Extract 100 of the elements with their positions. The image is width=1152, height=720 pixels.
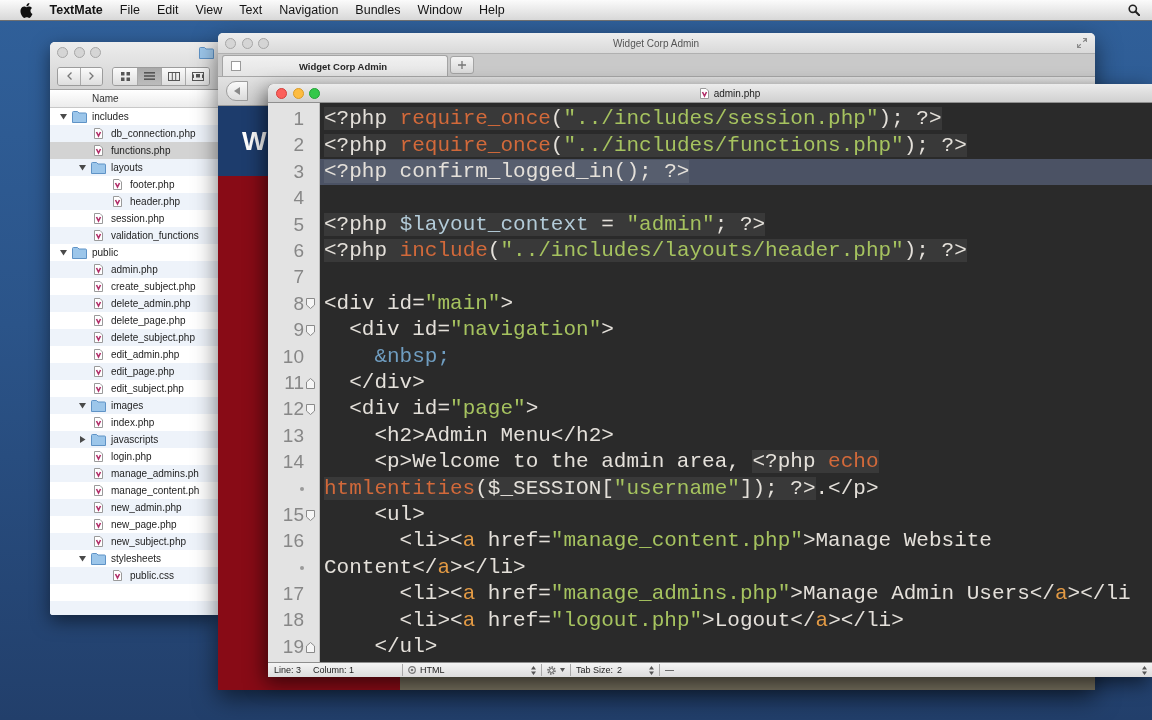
- line-number: 17: [282, 582, 304, 607]
- disclosure-triangle-icon[interactable]: [59, 249, 67, 256]
- chevron-right-icon: [89, 72, 94, 80]
- fold-marker-icon[interactable]: [306, 641, 315, 653]
- disclosure-triangle-icon[interactable]: [59, 113, 67, 120]
- cover-flow-icon: [191, 71, 204, 81]
- apple-icon[interactable]: [20, 2, 33, 18]
- fold-marker-icon[interactable]: [306, 324, 315, 336]
- line-number: 11: [284, 370, 304, 395]
- menu-item[interactable]: Text: [230, 0, 271, 20]
- caret-down-icon: [560, 668, 565, 672]
- wrap-marker-icon: [300, 565, 304, 570]
- menu-item[interactable]: View: [186, 0, 231, 20]
- fold-marker-icon[interactable]: [306, 509, 315, 521]
- line-number: 12: [282, 397, 304, 422]
- file-icon: [93, 332, 103, 343]
- file-icon: [93, 213, 103, 224]
- search-icon[interactable]: [1128, 4, 1140, 16]
- code-line: </ul>: [373, 635, 438, 659]
- menu-item[interactable]: Bundles: [346, 0, 410, 20]
- file-icon: [93, 502, 103, 513]
- disclosure-triangle-icon[interactable]: [78, 555, 86, 562]
- file-icon: [93, 349, 103, 360]
- menu-item[interactable]: Help: [470, 0, 514, 20]
- fold-marker-icon[interactable]: [306, 404, 315, 415]
- code-line: <h2>Admin Menu</h2>: [373, 423, 614, 448]
- window-title: Widget Corp Admin: [612, 37, 700, 49]
- disclosure-triangle-icon[interactable]: [78, 164, 86, 171]
- file-icon: [93, 451, 103, 462]
- symbol-popup[interactable]: —: [660, 663, 1152, 677]
- minimize-button[interactable]: [292, 87, 304, 99]
- zoom-button[interactable]: [90, 47, 101, 58]
- menu-item[interactable]: File: [111, 0, 149, 20]
- line-number: 9: [293, 318, 304, 343]
- line-number: 3: [293, 159, 304, 184]
- code-line: <div id="main">: [324, 291, 514, 316]
- file-icon: [93, 281, 103, 292]
- code-line: &nbsp;: [373, 344, 451, 369]
- minimize-button[interactable]: [73, 47, 85, 58]
- view-mode-button[interactable]: [161, 67, 185, 85]
- expand-arrows-icon[interactable]: [1077, 38, 1087, 48]
- line-number: 8: [293, 291, 304, 316]
- close-button[interactable]: [57, 47, 68, 58]
- line-number: 13: [282, 423, 304, 448]
- triangle-left-icon: [234, 87, 240, 95]
- fold-marker-icon[interactable]: [306, 377, 315, 389]
- zoom-button[interactable]: [309, 87, 320, 99]
- browser-tab[interactable]: Widget Corp Admin: [222, 55, 448, 76]
- tree-row[interactable]: functions.php: [50, 142, 218, 159]
- file-icon: [93, 519, 103, 530]
- code-line: htmlentities($_SESSION["username"]); ?>.</p>: [324, 476, 879, 501]
- minimize-button[interactable]: [241, 37, 253, 49]
- page-icon: [231, 61, 241, 71]
- line-indicator: Line: 3: [274, 665, 302, 675]
- folder-icon: [90, 552, 106, 565]
- view-mode-button[interactable]: [185, 67, 209, 85]
- code-line: </div>: [348, 371, 425, 396]
- line-number: 7: [293, 265, 304, 290]
- menu-item[interactable]: Window: [409, 0, 471, 20]
- file-icon: [93, 128, 103, 139]
- back-button[interactable]: [58, 67, 80, 85]
- menu-item[interactable]: Navigation: [270, 0, 347, 20]
- new-tab-button[interactable]: [450, 56, 474, 74]
- disclosure-triangle-icon[interactable]: [78, 402, 86, 409]
- tab-size-popup[interactable]: Tab Size: 2: [571, 663, 659, 677]
- columns-icon: [167, 71, 180, 81]
- close-button[interactable]: [276, 87, 287, 99]
- grid-icon: [120, 71, 130, 81]
- close-button[interactable]: [225, 37, 236, 49]
- code-line: <div id="navigation">: [348, 318, 614, 343]
- list-icon: [144, 72, 155, 80]
- file-icon: [93, 417, 103, 428]
- column-header[interactable]: Name: [50, 90, 218, 108]
- line-number: 16: [282, 529, 304, 554]
- code-line: <?php require_once("../includes/functions.php"); ?>: [324, 133, 967, 158]
- file-icon: [112, 196, 122, 207]
- file-icon: [112, 179, 122, 190]
- line-number: 4: [293, 186, 304, 211]
- language-popup[interactable]: HTML: [403, 663, 541, 677]
- disclosure-triangle-icon[interactable]: [78, 436, 86, 443]
- code-line: <p>Welcome to the admin area, <?php echo: [373, 450, 879, 475]
- line-number: 15: [282, 502, 304, 527]
- view-mode-button[interactable]: [137, 67, 161, 85]
- file-icon: [93, 230, 103, 241]
- line-number: 10: [282, 344, 304, 369]
- back-button[interactable]: [226, 81, 248, 101]
- file-icon: [93, 366, 103, 377]
- line-number: 5: [293, 212, 304, 237]
- file-icon: [93, 468, 103, 479]
- code-line: <div id="page">: [348, 397, 539, 422]
- forward-button[interactable]: [80, 67, 102, 85]
- wrap-marker-icon: [300, 486, 304, 491]
- view-mode-button[interactable]: [113, 67, 137, 85]
- line-number: 14: [282, 450, 304, 475]
- zoom-button[interactable]: [258, 37, 269, 49]
- app-menu[interactable]: TextMate: [41, 0, 112, 20]
- file-icon: [93, 383, 103, 394]
- menu-item[interactable]: Edit: [148, 0, 187, 20]
- fold-marker-icon[interactable]: [306, 298, 315, 310]
- updown-arrows-icon: [531, 665, 536, 675]
